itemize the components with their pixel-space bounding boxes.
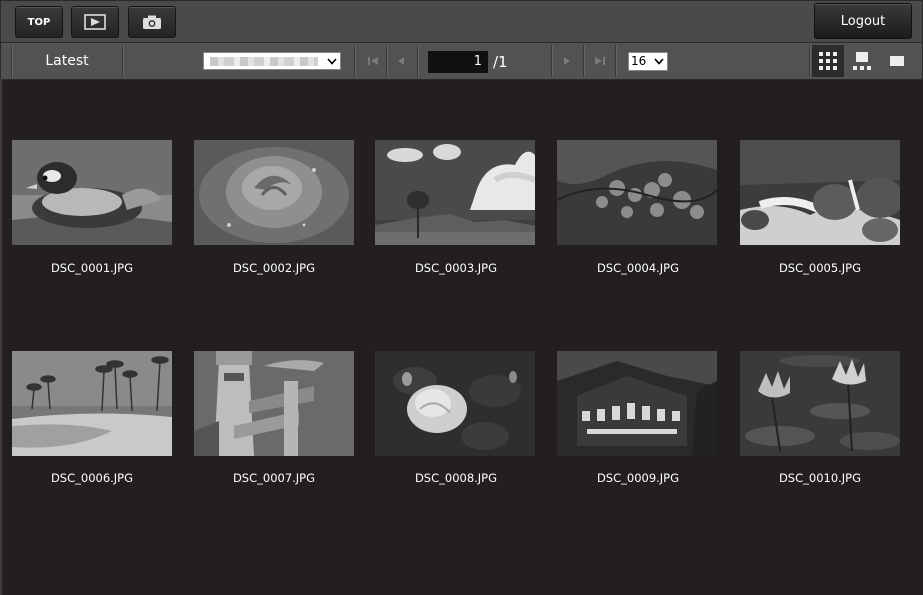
photo-filename: DSC_0010.JPG: [778, 471, 862, 485]
photo-filename: DSC_0003.JPG: [414, 261, 498, 275]
chevron-down-icon: [654, 58, 664, 65]
per-page-select[interactable]: 16: [628, 52, 668, 71]
next-page-button[interactable]: [556, 51, 578, 71]
single-view-button[interactable]: [881, 45, 913, 77]
photo-thumbnail[interactable]: [194, 140, 354, 245]
photo-thumbnail[interactable]: [740, 140, 900, 245]
photo-filename: DSC_0008.JPG: [414, 471, 498, 485]
grid-view-icon: [819, 52, 837, 70]
photo-thumbnail[interactable]: [740, 351, 900, 456]
divider: [809, 45, 810, 77]
photo-thumbnail[interactable]: [12, 140, 172, 245]
filmstrip-view-button[interactable]: [846, 45, 878, 77]
last-page-button[interactable]: [589, 51, 611, 71]
filmstrip-view-icon: [853, 52, 871, 70]
photo-thumbnail[interactable]: [375, 140, 535, 245]
previous-page-button[interactable]: [390, 51, 412, 71]
divider: [11, 45, 12, 77]
folder-select[interactable]: [203, 52, 341, 70]
divider: [583, 45, 584, 77]
playback-button[interactable]: [71, 6, 119, 38]
photo-thumbnail[interactable]: [194, 351, 354, 456]
shooting-button[interactable]: [128, 6, 176, 38]
photo-thumbnail[interactable]: [557, 140, 717, 245]
playback-icon: [84, 14, 106, 30]
logout-button[interactable]: Logout: [814, 3, 912, 39]
last-page-icon: [595, 57, 605, 65]
logout-label: Logout: [840, 13, 886, 29]
photo-filename: DSC_0002.JPG: [232, 261, 316, 275]
first-page-button[interactable]: [362, 51, 384, 71]
first-page-icon: [368, 57, 378, 65]
photo-filename: DSC_0009.JPG: [596, 471, 680, 485]
photo-thumbnail[interactable]: [375, 351, 535, 456]
photo-filename: DSC_0004.JPG: [596, 261, 680, 275]
latest-button[interactable]: Latest: [13, 43, 121, 79]
grid-view-button[interactable]: [812, 45, 844, 77]
photo-filename: DSC_0007.JPG: [232, 471, 316, 485]
single-view-icon: [890, 56, 904, 66]
photo-filename: DSC_0006.JPG: [50, 471, 134, 485]
camera-icon: [143, 15, 161, 29]
navigation-bar: Latest 1 /1 16: [0, 42, 923, 80]
divider: [615, 45, 616, 77]
previous-page-icon: [398, 57, 404, 65]
panel-edge: [0, 78, 2, 595]
divider: [551, 45, 552, 77]
divider: [122, 45, 123, 77]
per-page-value: 16: [631, 54, 647, 68]
photo-thumbnail[interactable]: [557, 351, 717, 456]
divider: [386, 45, 387, 77]
top-button-label: TOP: [27, 16, 51, 28]
latest-label: Latest: [45, 53, 89, 69]
photo-filename: DSC_0001.JPG: [50, 261, 134, 275]
divider: [354, 45, 355, 77]
next-page-icon: [564, 57, 570, 65]
chevron-down-icon: [327, 58, 337, 65]
photo-filename: DSC_0005.JPG: [778, 261, 862, 275]
photo-thumbnail[interactable]: [12, 351, 172, 456]
divider: [417, 45, 418, 77]
folder-name-redacted: [210, 57, 318, 66]
page-number-input[interactable]: 1: [428, 51, 488, 73]
top-button[interactable]: TOP: [15, 6, 63, 38]
page-total: /1: [493, 53, 508, 71]
top-toolbar: TOP Logout: [0, 0, 923, 43]
